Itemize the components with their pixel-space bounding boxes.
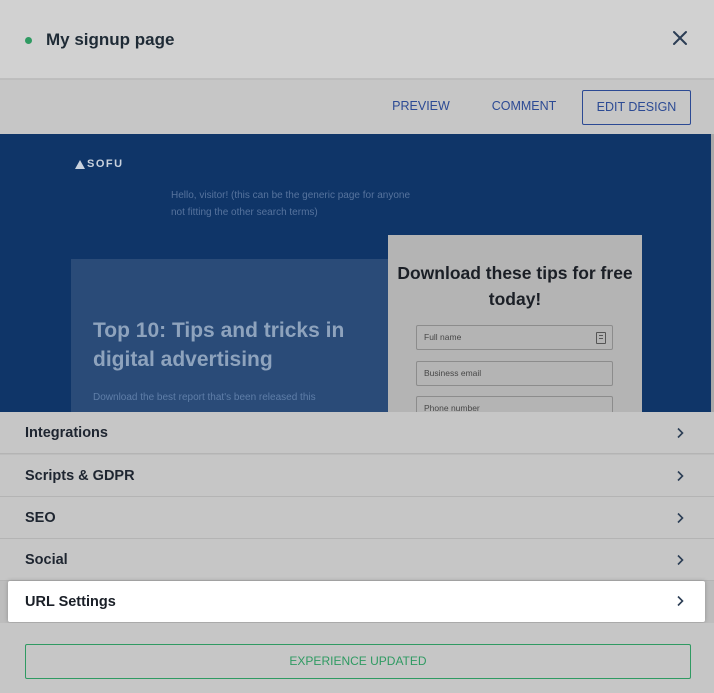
- hero-panel: Top 10: Tips and tricks in digital adver…: [71, 259, 391, 412]
- full-name-field[interactable]: Full name: [416, 325, 613, 350]
- chevron-right-icon: [677, 470, 684, 482]
- settings-item-seo[interactable]: SEO: [0, 497, 714, 539]
- contact-card-icon: [596, 332, 606, 344]
- settings-item-label: URL Settings: [25, 594, 116, 610]
- page-preview: SOFU Hello, visitor! (this can be the ge…: [0, 134, 711, 412]
- chevron-right-icon: [677, 512, 684, 524]
- settings-item-social[interactable]: Social: [0, 539, 714, 581]
- settings-item-label: Scripts & GDPR: [25, 468, 135, 484]
- phone-number-placeholder: Phone number: [424, 403, 480, 412]
- modal-header: My signup page: [0, 0, 714, 79]
- close-icon[interactable]: [668, 26, 692, 50]
- phone-number-field[interactable]: Phone number: [416, 396, 613, 412]
- logo-mark-icon: [75, 159, 85, 169]
- full-name-placeholder: Full name: [424, 332, 462, 342]
- business-email-placeholder: Business email: [424, 368, 482, 378]
- settings-item-url-settings[interactable]: URL Settings: [8, 581, 705, 622]
- modal-footer: EXPERIENCE UPDATED: [0, 623, 714, 693]
- preview-button[interactable]: PREVIEW: [388, 90, 454, 125]
- hero-description: Download the best report that's been rel…: [93, 392, 316, 403]
- comment-button[interactable]: COMMENT: [486, 90, 562, 125]
- chevron-right-icon: [677, 554, 684, 566]
- hero-title: Top 10: Tips and tricks in digital adver…: [93, 319, 345, 371]
- logo-text: SOFU: [87, 158, 124, 170]
- greeting-text: Hello, visitor! (this can be the generic…: [171, 190, 411, 218]
- chevron-right-icon: [677, 595, 684, 607]
- page-title: My signup page: [46, 30, 175, 49]
- settings-item-label: SEO: [25, 510, 56, 526]
- brand-logo: SOFU: [75, 158, 124, 170]
- settings-item-label: Integrations: [25, 425, 108, 441]
- business-email-field[interactable]: Business email: [416, 361, 613, 386]
- settings-item-label: Social: [25, 552, 68, 568]
- settings-item-scripts-gdpr[interactable]: Scripts & GDPR: [0, 455, 714, 497]
- status-dot: [25, 37, 32, 44]
- experience-updated-status: EXPERIENCE UPDATED: [25, 644, 691, 679]
- signup-form: Download these tips for free today! Full…: [388, 235, 642, 412]
- form-title: Download these tips for free today!: [397, 263, 633, 309]
- chevron-right-icon: [677, 427, 684, 439]
- settings-item-integrations[interactable]: Integrations: [0, 412, 714, 454]
- edit-design-button[interactable]: EDIT DESIGN: [582, 90, 691, 125]
- toolbar: PREVIEW COMMENT EDIT DESIGN: [0, 80, 714, 134]
